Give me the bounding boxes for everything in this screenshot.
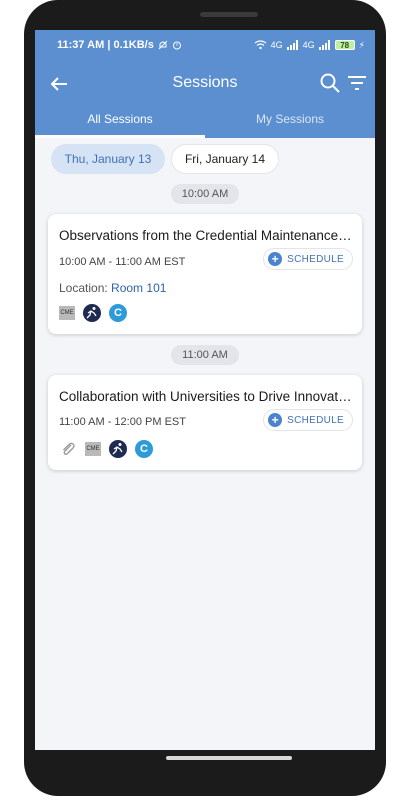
date-chip-thu[interactable]: Thu, January 13 xyxy=(51,144,165,174)
session-time: 10:00 AM - 11:00 AM EST xyxy=(59,256,186,268)
session-tabs: All Sessions My Sessions xyxy=(35,108,375,138)
status-time: 11:37 AM | 0.1KB/s xyxy=(57,39,154,51)
battery-icon: 78 xyxy=(334,40,355,50)
session-title: Observations from the Credential Mainten… xyxy=(59,228,353,243)
location-label: Location: xyxy=(59,281,108,295)
c-badge: C xyxy=(135,440,153,458)
schedule-label: SCHEDULE xyxy=(287,414,344,426)
session-time: 11:00 AM - 12:00 PM EST xyxy=(59,416,186,428)
alarm-icon xyxy=(172,41,181,50)
c-badge: C xyxy=(109,304,127,322)
session-title: Collaboration with Universities to Drive… xyxy=(59,389,353,404)
network-right: 4G xyxy=(302,40,315,50)
tab-my-sessions[interactable]: My Sessions xyxy=(205,108,375,138)
time-slot-label: 10:00 AM xyxy=(171,184,239,204)
speaker-grille xyxy=(200,12,258,17)
cme-badge: CME xyxy=(85,442,101,456)
signal-icon-2 xyxy=(318,40,330,50)
signal-icon xyxy=(286,40,298,50)
filter-icon[interactable] xyxy=(347,73,367,93)
time-slot-label: 11:00 AM xyxy=(171,345,239,365)
schedule-label: SCHEDULE xyxy=(287,253,344,265)
cme-badge: CME xyxy=(59,306,75,320)
charging-icon: ⚡ xyxy=(358,39,365,50)
schedule-button[interactable]: + SCHEDULE xyxy=(263,409,353,431)
plus-icon: + xyxy=(268,252,283,266)
session-badges: CME C xyxy=(59,304,127,322)
wifi-icon xyxy=(254,40,266,50)
session-card[interactable]: Observations from the Credential Mainten… xyxy=(48,214,362,334)
screen: 11:37 AM | 0.1KB/s 4G 4G 78 ⚡ Sessions A… xyxy=(35,30,375,750)
status-bar: 11:37 AM | 0.1KB/s 4G 4G 78 ⚡ xyxy=(35,30,375,60)
date-chip-fri[interactable]: Fri, January 14 xyxy=(171,144,279,174)
location-value: Room 101 xyxy=(111,281,167,295)
network-left: 4G xyxy=(270,40,283,50)
plus-icon: + xyxy=(268,413,283,427)
mute-icon xyxy=(158,40,168,50)
app-bar: Sessions xyxy=(35,60,375,108)
schedule-button[interactable]: + SCHEDULE xyxy=(263,248,353,270)
runner-icon xyxy=(83,304,101,322)
attachment-icon[interactable] xyxy=(59,440,77,458)
session-card[interactable]: Collaboration with Universities to Drive… xyxy=(48,375,362,470)
home-indicator[interactable] xyxy=(166,756,292,760)
search-icon[interactable] xyxy=(319,72,341,94)
tab-all-sessions[interactable]: All Sessions xyxy=(35,108,205,138)
session-badges: CME C xyxy=(59,440,153,458)
status-left: 11:37 AM | 0.1KB/s xyxy=(57,39,182,51)
runner-icon xyxy=(109,440,127,458)
status-right: 4G 4G 78 ⚡ xyxy=(254,40,365,51)
session-location: Location: Room 101 xyxy=(59,281,166,295)
